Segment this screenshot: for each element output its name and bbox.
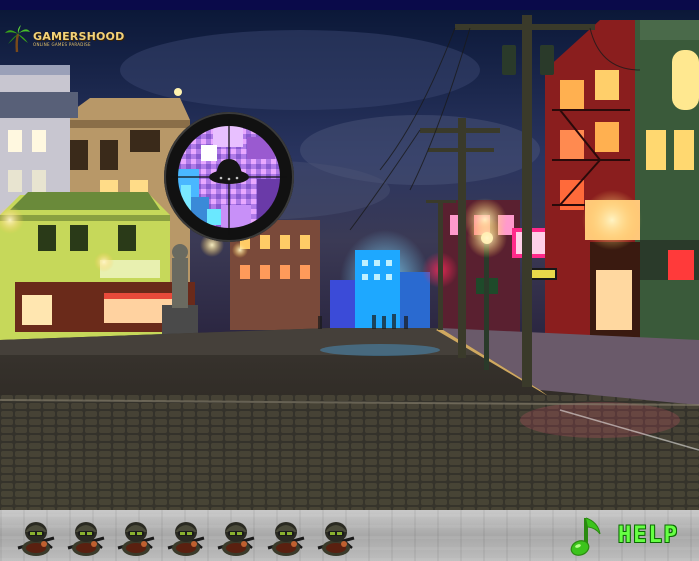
soldier-helmet-icon bbox=[217, 522, 255, 556]
soldier-helmet-icon bbox=[17, 522, 55, 556]
gamershood-logo[interactable]: GAMERSHOOD online games paradise bbox=[4, 24, 124, 54]
music-note-icon[interactable] bbox=[570, 514, 604, 558]
sniper-scope-crosshair[interactable] bbox=[161, 109, 297, 245]
soldier-helmet-icon bbox=[67, 522, 105, 556]
soldier-helmet-icon bbox=[317, 522, 355, 556]
palm-tree-icon bbox=[5, 25, 30, 53]
bottom-hud-bar: HELP bbox=[0, 510, 699, 561]
logo-tagline: online games paradise bbox=[33, 42, 91, 47]
city-street-background bbox=[0, 10, 699, 510]
soldier-helmet-icon bbox=[267, 522, 305, 556]
soldier-helmet-icon bbox=[167, 522, 205, 556]
logo-name: GAMERSHOOD bbox=[33, 30, 125, 43]
help-button[interactable]: HELP bbox=[618, 520, 679, 552]
soldier-helmet-icon bbox=[117, 522, 155, 556]
lives-remaining bbox=[14, 514, 358, 558]
top-bar bbox=[0, 0, 699, 10]
game-scene[interactable]: GAMERSHOOD online games paradise bbox=[0, 10, 699, 510]
